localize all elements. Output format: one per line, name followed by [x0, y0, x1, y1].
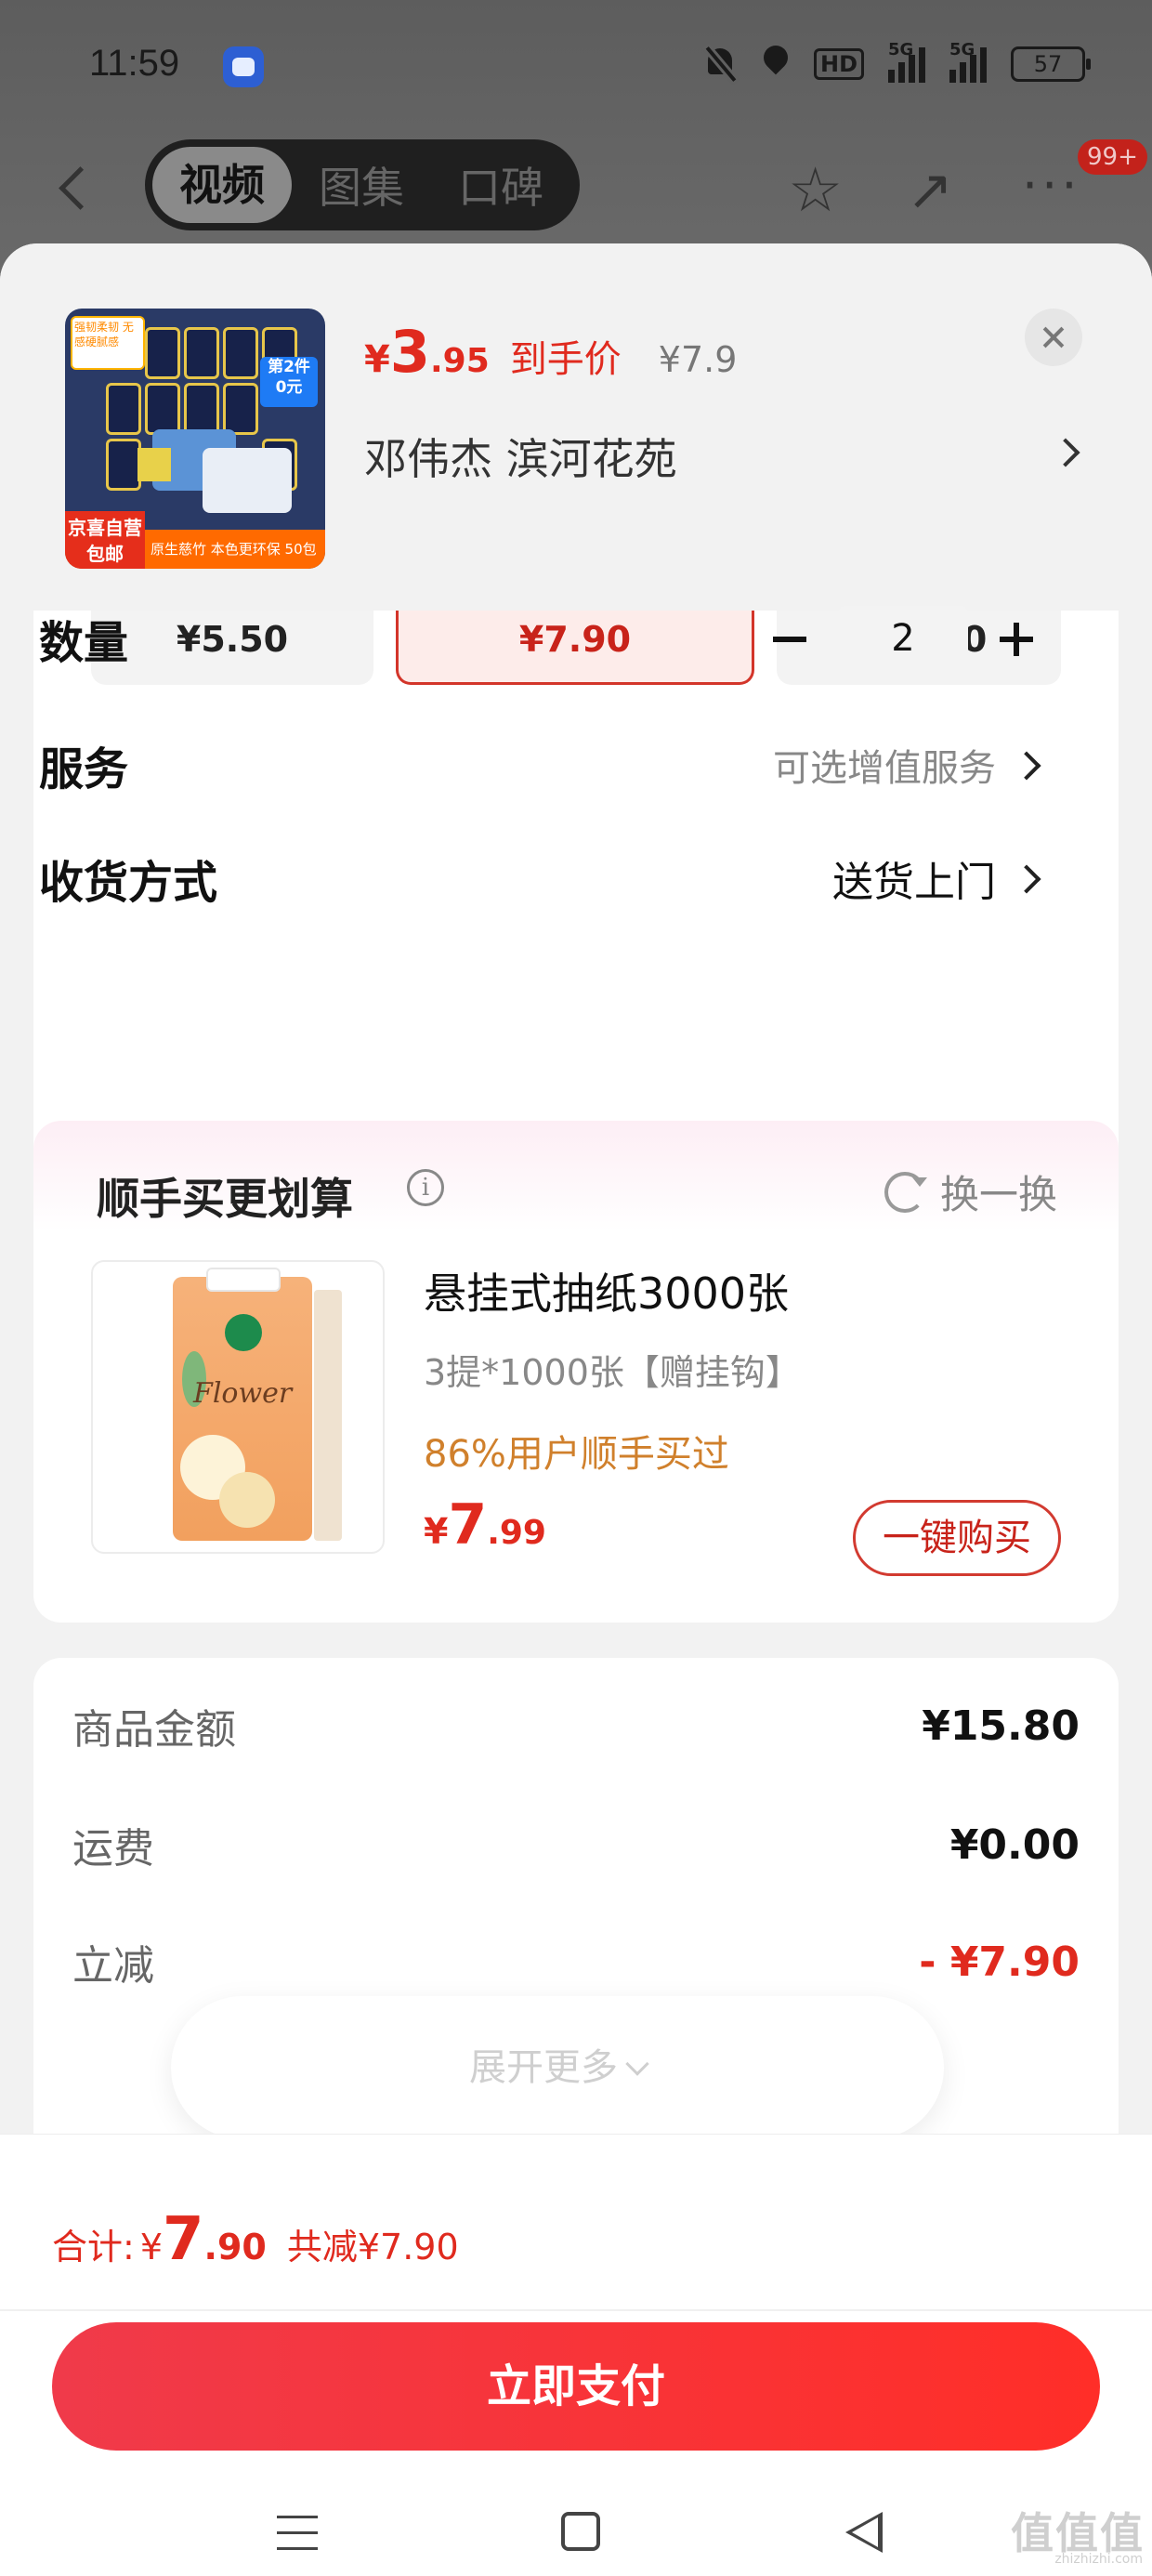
summary-label: 运费 [72, 1825, 154, 1873]
total-label: 合计: [52, 2227, 135, 2267]
recommend-title: 顺手买更划算 [97, 1174, 353, 1224]
price-integer: 3 [389, 318, 430, 386]
status-bar: 11:59 HD 5G 5G 57 [0, 0, 1152, 139]
thumbnail-self-operated-tag: 京喜自营 包邮 [65, 511, 145, 569]
more-icon[interactable]: ··· [1022, 161, 1081, 211]
summary-row-shipping: 运费 ¥0.00 [72, 1812, 1080, 1877]
shipping-value: 送货上门 [832, 859, 996, 906]
total-symbol: ¥ [139, 2227, 163, 2267]
final-price: ¥ 3 .95 到手价 ¥7.9 [364, 318, 738, 386]
minus-icon[interactable] [762, 611, 818, 666]
recommend-product-image[interactable]: Flower [91, 1260, 385, 1554]
share-icon[interactable]: ↗ [907, 160, 972, 221]
divider [0, 2309, 1152, 2311]
quantity-row: 数量 2 [39, 597, 1044, 680]
service-row[interactable]: 服务 可选增值服务 [39, 723, 1044, 807]
location-icon [762, 46, 790, 83]
recommend-stat: 86%用户顺手买过 [424, 1433, 729, 1476]
pay-now-button[interactable]: 立即支付 [52, 2322, 1100, 2451]
quantity-input[interactable]: 2 [838, 606, 968, 671]
price-symbol: ¥ [424, 1511, 449, 1552]
refresh-icon [884, 1171, 927, 1213]
delivery-address[interactable]: 邓伟杰 滨河花苑 [364, 426, 677, 487]
address-chevron-icon[interactable] [1055, 437, 1080, 468]
recommend-price: ¥ 7 .99 [424, 1492, 546, 1557]
total-saving: 共减¥7.90 [286, 2227, 459, 2267]
price-symbol: ¥ [364, 338, 390, 381]
product-thumbnail: 强韧柔韧 无感硬腻感 第2件 0元 原生慈竹 本色更环保 50包 京喜自营 包邮 [65, 309, 325, 569]
battery-icon: 57 [1011, 46, 1091, 82]
expand-more-label: 展开更多 [469, 2046, 618, 2089]
service-label: 服务 [39, 743, 129, 795]
one-click-buy-button[interactable]: 一键购买 [853, 1500, 1061, 1576]
recommend-card: 顺手买更划算 i 换一换 Flower 悬挂式抽纸3000张 3提*1000张【… [33, 1121, 1119, 1623]
total-decimal: .90 [203, 2227, 267, 2267]
signal-icon-1: 5G [888, 40, 925, 83]
thumbnail-promo-tag: 第2件 0元 [260, 357, 318, 407]
favorite-star-icon[interactable]: ☆ [788, 160, 853, 221]
info-icon[interactable]: i [407, 1169, 444, 1206]
system-nav-bar [0, 2497, 1152, 2576]
top-nav: 视频 图集 口碑 ☆ ↗ ··· 99+ [0, 139, 1152, 232]
order-total: 合计: ¥ 7 .90 共减¥7.90 [52, 2205, 459, 2274]
tab-video[interactable]: 视频 [152, 147, 292, 223]
shipping-row[interactable]: 收货方式 送货上门 [39, 836, 1044, 920]
quantity-stepper: 2 [762, 606, 1044, 671]
background-app: 11:59 HD 5G 5G 57 视频 图集 口碑 ☆ ↗ ··· 99+ [0, 0, 1152, 279]
tab-gallery[interactable]: 图集 [292, 154, 431, 216]
hd-icon: HD [813, 48, 864, 80]
summary-value: - ¥7.90 [919, 1938, 1080, 1986]
media-tabs: 视频 图集 口碑 [145, 139, 580, 230]
chevron-right-icon [1016, 746, 1044, 783]
recommend-product-spec: 3提*1000张【赠挂钩】 [424, 1352, 801, 1393]
status-time: 11:59 [89, 43, 180, 84]
expand-more-button[interactable]: 展开更多 [171, 1996, 944, 2139]
signal-icon-2: 5G [949, 40, 987, 83]
summary-label: 商品金额 [72, 1706, 236, 1754]
summary-row-discount: 立减 - ¥7.90 [72, 1929, 1080, 1994]
summary-value: ¥15.80 [922, 1702, 1080, 1750]
price-integer: 7 [448, 1492, 488, 1557]
summary-label: 立减 [72, 1942, 154, 1990]
notification-badge: 99+ [1078, 139, 1147, 175]
summary-value: ¥0.00 [949, 1820, 1080, 1869]
plus-icon[interactable] [988, 611, 1044, 666]
quantity-label: 数量 [39, 617, 129, 669]
original-price: ¥7.9 [658, 339, 738, 380]
swap-button[interactable]: 换一换 [884, 1163, 1057, 1220]
tab-reviews[interactable]: 口碑 [431, 154, 570, 216]
chevron-right-icon [1016, 860, 1044, 897]
close-button[interactable] [1025, 309, 1082, 366]
app-notification-icon [223, 46, 264, 87]
mute-icon [704, 45, 738, 84]
thumbnail-top-tag: 强韧柔韧 无感硬腻感 [71, 316, 145, 370]
chevron-down-icon [625, 2052, 649, 2076]
pack-script-text: Flower [193, 1377, 293, 1410]
system-back-icon[interactable] [845, 2512, 883, 2553]
back-arrow-icon[interactable] [56, 164, 93, 210]
watermark-url: zhizhizhi.com [1054, 2552, 1143, 2567]
recommend-product-name[interactable]: 悬挂式抽纸3000张 [424, 1260, 789, 1321]
price-decimal: .95 [429, 342, 490, 380]
summary-row-subtotal: 商品金额 ¥15.80 [72, 1693, 1080, 1758]
total-integer: 7 [163, 2205, 204, 2274]
home-icon[interactable] [561, 2512, 600, 2551]
swap-label: 换一换 [940, 1172, 1058, 1217]
status-icons: HD 5G 5G 57 [704, 40, 1091, 84]
purchase-sheet: 强韧柔韧 无感硬腻感 第2件 0元 原生慈竹 本色更环保 50包 京喜自营 包邮… [0, 243, 1152, 2576]
price-decimal: .99 [487, 1514, 546, 1552]
service-value: 可选增值服务 [773, 747, 996, 790]
recent-apps-icon[interactable] [277, 2516, 318, 2553]
product-header: 强韧柔韧 无感硬腻感 第2件 0元 原生慈竹 本色更环保 50包 京喜自营 包邮… [0, 243, 1152, 611]
price-label: 到手价 [509, 338, 622, 381]
shipping-label: 收货方式 [39, 857, 218, 909]
checkout-footer: 合计: ¥ 7 .90 共减¥7.90 立即支付 [0, 2134, 1152, 2576]
